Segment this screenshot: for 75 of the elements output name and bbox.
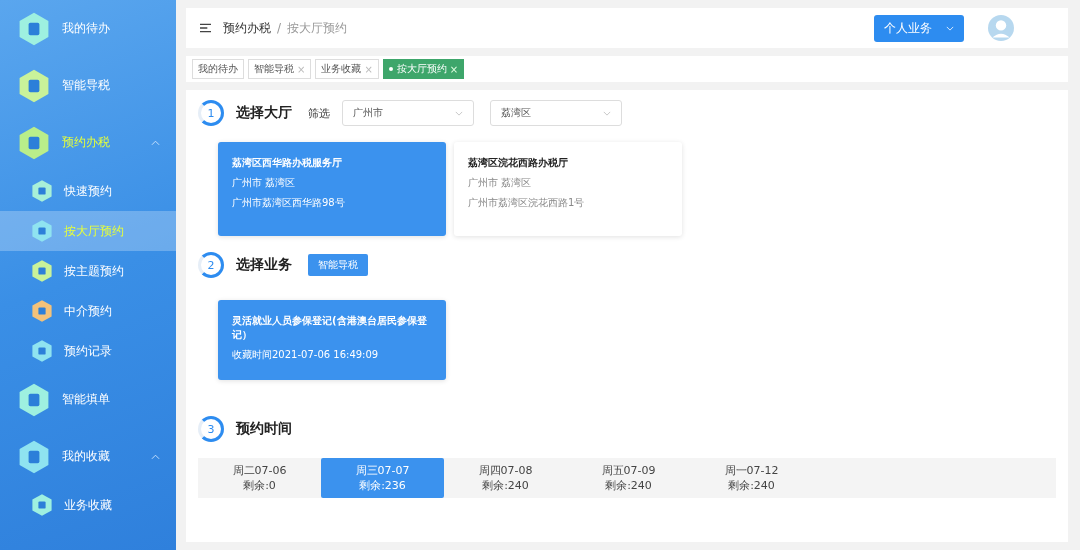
- breadcrumb-link[interactable]: 预约办税: [223, 19, 271, 37]
- menu-label: 按大厅预约: [64, 222, 124, 240]
- page-tab[interactable]: 按大厅预约 ×: [382, 59, 465, 79]
- hexagon-icon: [30, 339, 54, 363]
- date-option[interactable]: 周四07-08 剩余:240: [444, 458, 567, 498]
- page-tab[interactable]: 业务收藏 ×: [315, 59, 379, 79]
- sidebar-subitem[interactable]: 快速预约: [0, 171, 176, 211]
- chevron-icon: [455, 110, 463, 116]
- service-card[interactable]: 灵活就业人员参保登记(含港澳台居民参保登记） 收藏时间2021-07-06 16:49:09: [218, 300, 446, 380]
- page-tab[interactable]: 我的待办: [192, 59, 244, 79]
- step-title: 选择大厅: [236, 104, 292, 122]
- menu-label: 预约记录: [64, 342, 112, 360]
- hall-card[interactable]: 荔湾区西华路办税服务厅 广州市 荔湾区 广州市荔湾区西华路98号: [218, 142, 446, 236]
- sidebar-item[interactable]: 智能填单: [0, 371, 176, 428]
- menu-label: 智能填单: [62, 391, 110, 408]
- chevron-icon: [946, 25, 954, 31]
- hall-name: 荔湾区浣花西路办税厅: [468, 156, 569, 170]
- menu-icon[interactable]: [200, 23, 211, 33]
- breadcrumb-separator: /: [277, 21, 282, 35]
- sidebar-item[interactable]: 我的收藏: [0, 428, 176, 485]
- hexagon-icon: [30, 179, 54, 203]
- close-icon[interactable]: ×: [297, 63, 306, 75]
- menu-label: 快速预约: [64, 182, 112, 200]
- step-number: 2: [198, 252, 224, 278]
- step-title: 预约时间: [236, 420, 292, 438]
- guide-button[interactable]: 智能导税: [308, 254, 368, 276]
- hall-address: 广州市荔湾区西华路98号: [232, 196, 346, 210]
- hexagon-icon: [30, 493, 54, 517]
- menu-label: 预约办税: [62, 134, 110, 151]
- date-option[interactable]: 周一07-12 剩余:240: [690, 458, 813, 498]
- tab-label: 我的待办: [198, 62, 238, 76]
- page-tab[interactable]: 智能导税 ×: [248, 59, 312, 79]
- sidebar-subitem[interactable]: 预约记录: [0, 331, 176, 371]
- hall-area: 广州市 荔湾区: [468, 176, 668, 190]
- menu-label: 中介预约: [64, 302, 112, 320]
- sidebar-item[interactable]: 智能导税: [0, 57, 176, 114]
- hall-address: 广州市荔湾区浣花西路1号: [468, 196, 586, 210]
- date-option[interactable]: 周二07-06 剩余:0: [198, 458, 321, 498]
- hexagon-icon: [30, 259, 54, 283]
- select-value: 广州市: [353, 106, 383, 120]
- sidebar-item[interactable]: 预约办税: [0, 114, 176, 171]
- menu-label: 按主题预约: [64, 262, 124, 280]
- close-icon[interactable]: ×: [364, 63, 373, 75]
- district-select[interactable]: 荔湾区: [490, 100, 622, 126]
- hexagon-icon: [30, 219, 54, 243]
- city-select[interactable]: 广州市: [342, 100, 474, 126]
- business-dropdown[interactable]: 个人业务: [874, 14, 964, 42]
- sidebar-subitem[interactable]: 业务收藏: [0, 485, 176, 525]
- sidebar-item[interactable]: 我的待办: [0, 0, 176, 57]
- date-option[interactable]: 周三07-07 剩余:236: [321, 458, 444, 498]
- favorite-time: 收藏时间2021-07-06 16:49:09: [232, 348, 380, 362]
- step-number: 1: [198, 100, 224, 126]
- hall-card[interactable]: 荔湾区浣花西路办税厅 广州市 荔湾区 广州市荔湾区浣花西路1号: [454, 142, 682, 236]
- menu-label: 我的待办: [62, 20, 110, 37]
- hexagon-icon: [30, 299, 54, 323]
- tab-label: 按大厅预约: [396, 62, 447, 76]
- menu-label: 业务收藏: [64, 496, 112, 514]
- sidebar-subitem[interactable]: 按大厅预约: [0, 211, 176, 251]
- date-option[interactable]: 周五07-09 剩余:240: [567, 458, 690, 498]
- chevron-icon: [603, 110, 611, 116]
- tab-label: 业务收藏: [321, 62, 362, 76]
- select-value: 荔湾区: [501, 106, 531, 120]
- breadcrumb-current: 按大厅预约: [287, 19, 348, 37]
- sidebar-subitem[interactable]: 按主题预约: [0, 251, 176, 291]
- sidebar-subitem[interactable]: 中介预约: [0, 291, 176, 331]
- tab-label: 智能导税: [254, 62, 294, 76]
- menu-label: 我的收藏: [62, 448, 110, 465]
- hall-area: 广州市 荔湾区: [232, 176, 432, 190]
- close-icon[interactable]: ×: [449, 63, 459, 75]
- hall-name: 荔湾区西华路办税服务厅: [232, 156, 343, 170]
- step-title: 选择业务: [236, 256, 292, 274]
- step-number: 3: [198, 416, 224, 442]
- service-name: 灵活就业人员参保登记(含港澳台居民参保登记）: [232, 314, 428, 342]
- filter-label: 筛选: [308, 105, 330, 121]
- menu-label: 智能导税: [62, 77, 110, 94]
